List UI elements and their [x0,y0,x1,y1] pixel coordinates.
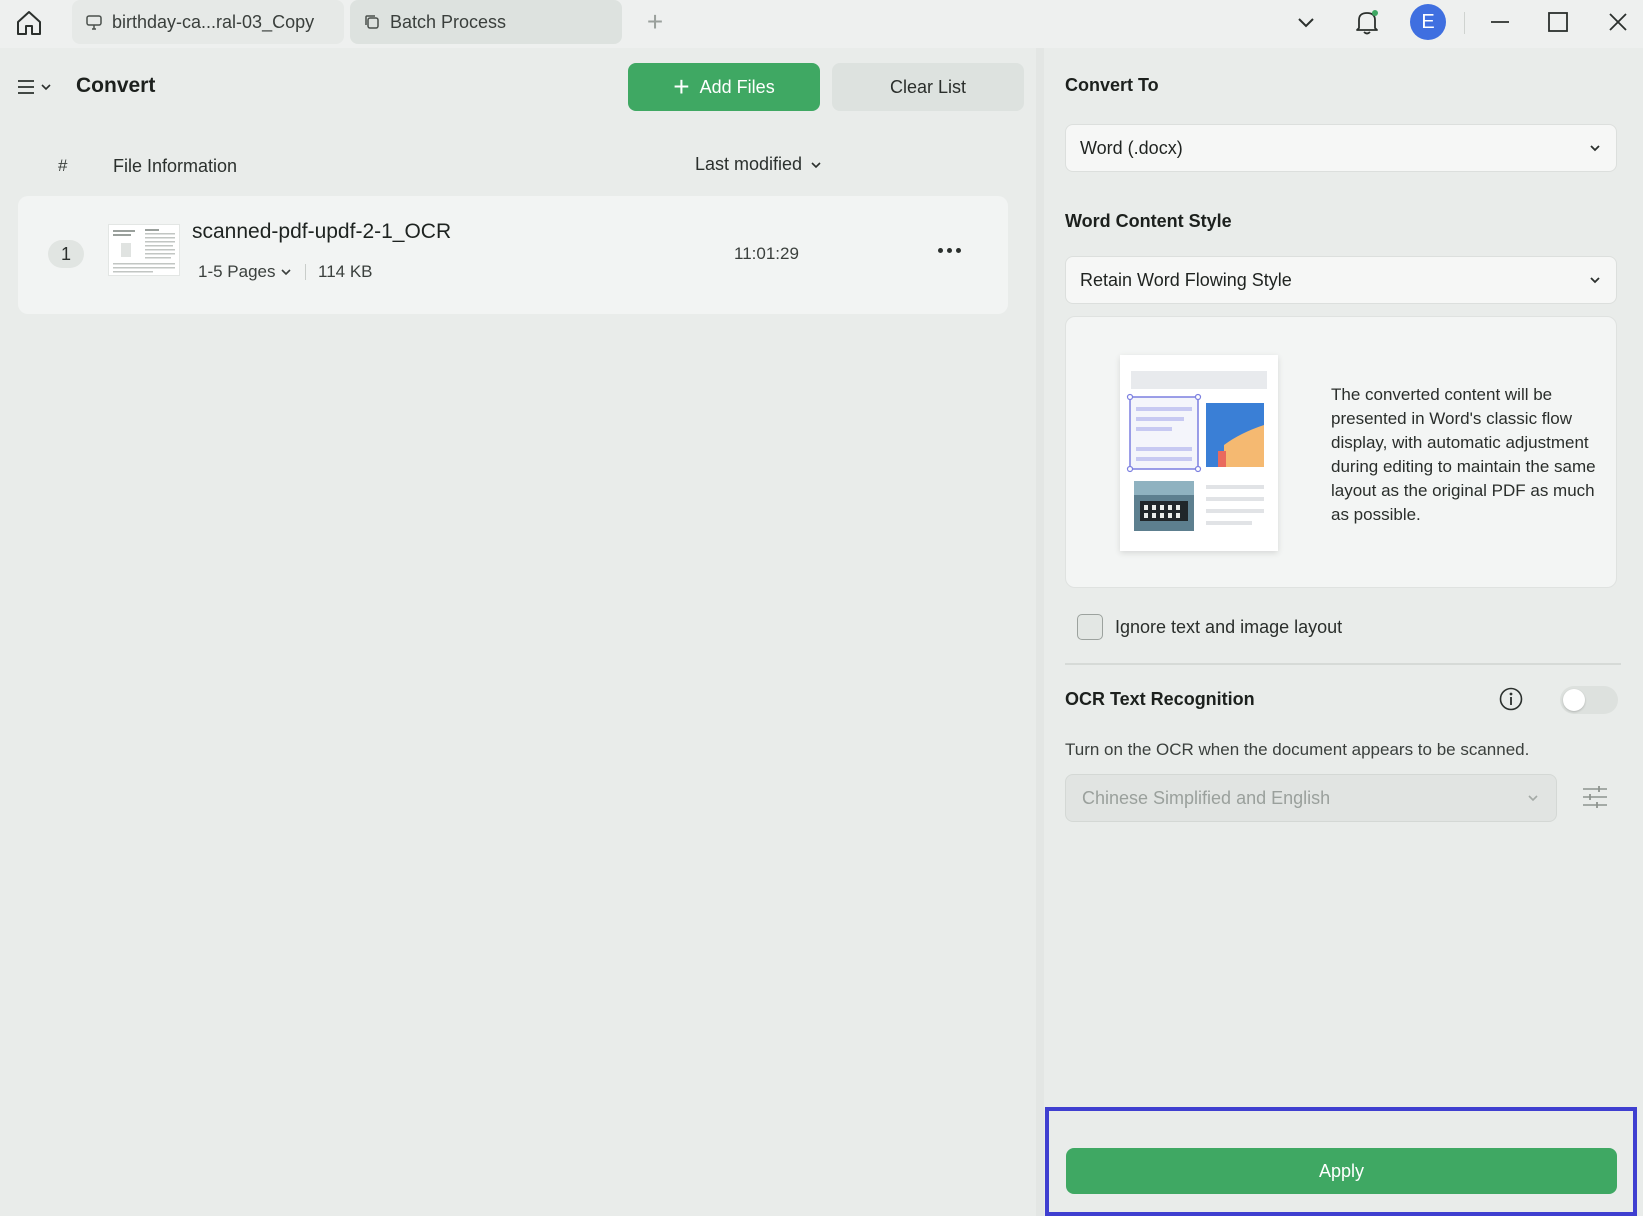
toggle-knob [1563,689,1585,711]
info-icon[interactable] [1498,686,1524,712]
title-bar: birthday-ca...ral-03_Copy Batch Process … [0,0,1643,48]
ocr-toggle[interactable] [1560,686,1618,714]
add-files-button[interactable]: + Add Files [628,63,820,111]
chevron-down-icon [1590,277,1600,284]
tab-document[interactable]: birthday-ca...ral-03_Copy [72,0,344,44]
row-index: 1 [48,240,84,268]
settings-panel: Convert To Word (.docx) Word Content Sty… [1044,48,1643,1216]
ocr-hint: Turn on the OCR when the document appear… [1065,740,1530,759]
ignore-layout-option[interactable]: Ignore text and image layout [1077,614,1342,640]
home-icon [17,11,41,35]
ocr-heading: OCR Text Recognition [1065,689,1255,709]
tab-batch-process-label: Batch Process [390,11,507,32]
tab-document-label: birthday-ca...ral-03_Copy [112,11,315,32]
file-name: scanned-pdf-updf-2-1_OCR [192,220,452,243]
maximize-icon [1548,12,1568,32]
chevron-down-icon [1590,145,1600,152]
avatar: E [1410,4,1446,40]
file-thumbnail [108,224,180,276]
close-icon [1609,13,1627,31]
monitor-icon [84,12,104,32]
apply-button[interactable]: Apply [1066,1148,1617,1194]
page-range-dropdown[interactable]: 1-5 Pages [198,262,292,282]
tab-list-button[interactable] [1290,0,1322,44]
close-window-button[interactable] [1598,0,1638,44]
sort-dropdown[interactable]: Last modified [695,154,822,175]
column-header-index: # [58,156,68,175]
home-button[interactable] [12,6,46,40]
minimize-icon [1491,21,1509,23]
file-size: 114 KB [318,262,373,281]
column-header-file-info: File Information [113,156,238,176]
file-list-panel: Convert + Add Files Clear List # File In… [0,48,1036,1216]
bell-icon [1356,10,1378,35]
titlebar-separator [1464,12,1465,34]
clear-list-button[interactable]: Clear List [832,63,1024,111]
notifications-button[interactable] [1350,0,1384,44]
new-tab-button[interactable]: + [640,8,670,38]
convert-to-select[interactable]: Word (.docx) [1065,124,1617,172]
add-files-label: Add Files [699,76,775,97]
content-style-value: Retain Word Flowing Style [1080,269,1292,290]
chevron-down-icon [280,269,291,276]
table-row[interactable]: 1 scanned-pdf-updf-2-1_OCR 1-5 Pages 114… [18,196,1008,314]
chevron-down-icon [41,84,51,91]
ocr-language-value: Chinese Simplified and English [1082,787,1331,808]
tab-batch-process[interactable]: Batch Process [350,0,622,44]
section-divider [1065,663,1621,665]
content-style-select[interactable]: Retain Word Flowing Style [1065,256,1617,304]
page-title: Convert [76,74,156,97]
ignore-layout-label: Ignore text and image layout [1115,616,1343,637]
style-preview-card: The converted content will be presented … [1065,316,1617,588]
sliders-icon[interactable] [1580,782,1610,812]
minimize-button[interactable] [1480,0,1520,44]
hamburger-icon [18,80,34,94]
document-preview-illustration [1120,355,1278,551]
more-options-button[interactable] [932,236,966,264]
copy-icon [362,12,382,32]
convert-to-value: Word (.docx) [1080,137,1183,158]
menu-button[interactable] [16,72,56,102]
content-style-heading: Word Content Style [1065,211,1232,231]
ocr-language-select[interactable]: Chinese Simplified and English [1065,774,1557,822]
chevron-down-icon [811,161,821,168]
sort-label: Last modified [695,154,803,174]
file-meta-divider [305,264,306,280]
user-avatar-button[interactable]: E [1408,0,1448,44]
chevron-down-icon [1298,18,1314,28]
style-description: The converted content will be presented … [1331,385,1596,524]
convert-to-heading: Convert To [1065,75,1159,95]
file-modified-time: 11:01:29 [734,244,799,263]
page-range-label: 1-5 Pages [198,262,276,281]
more-dots-icon [937,247,943,253]
panel-divider [1036,48,1044,1216]
maximize-button[interactable] [1538,0,1578,44]
chevron-down-icon [1528,795,1538,802]
plus-icon: + [673,71,690,102]
ignore-layout-checkbox[interactable] [1077,614,1103,640]
